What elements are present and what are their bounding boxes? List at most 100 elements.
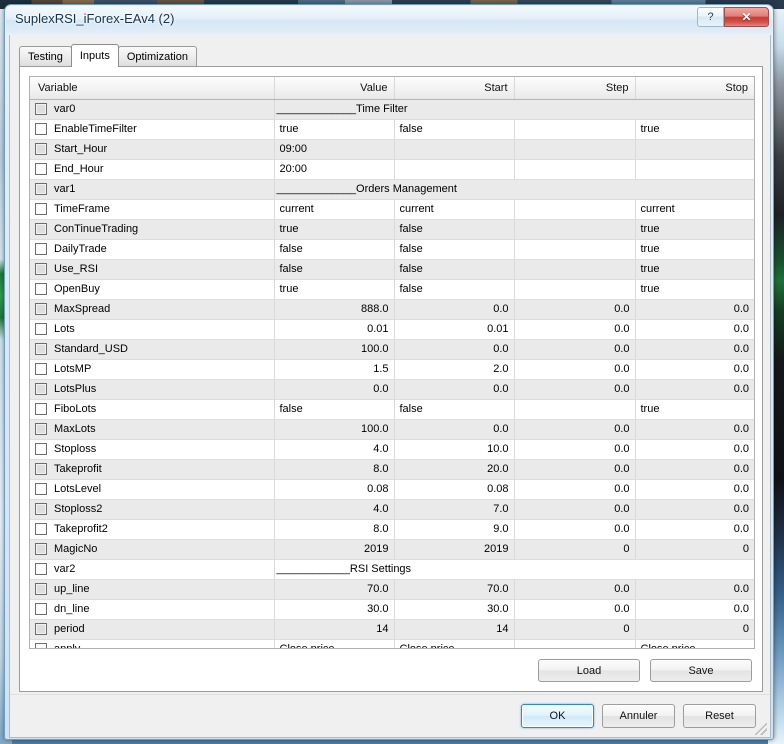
table-row[interactable]: OpenBuytruefalsetrue — [30, 279, 754, 299]
cell-value[interactable]: current — [274, 199, 394, 219]
cell-start[interactable]: 20.0 — [394, 459, 514, 479]
checkbox-icon[interactable] — [35, 483, 47, 495]
checkbox-icon[interactable] — [35, 623, 47, 635]
checkbox-icon[interactable] — [35, 163, 47, 175]
cell-step[interactable] — [514, 399, 635, 419]
cell-step[interactable] — [514, 639, 635, 649]
cell-variable[interactable]: var0 — [30, 99, 274, 119]
cell-start[interactable] — [394, 139, 514, 159]
checkbox-icon[interactable] — [35, 503, 47, 515]
cell-variable[interactable]: LotsMP — [30, 359, 274, 379]
checkbox-icon[interactable] — [35, 643, 47, 649]
cell-step[interactable] — [514, 219, 635, 239]
cell-value[interactable]: 2019 — [274, 539, 394, 559]
cell-variable[interactable]: FiboLots — [30, 399, 274, 419]
table-row[interactable]: End_Hour20:00 — [30, 159, 754, 179]
cell-start[interactable]: 0.0 — [394, 339, 514, 359]
table-row[interactable]: period141400 — [30, 619, 754, 639]
tab-optimization[interactable]: Optimization — [118, 46, 197, 66]
cell-value[interactable]: false — [274, 239, 394, 259]
cell-start[interactable]: 0.01 — [394, 319, 514, 339]
ok-button[interactable]: OK — [521, 704, 594, 728]
checkbox-icon[interactable] — [35, 123, 47, 135]
cell-stop[interactable]: 0.0 — [635, 579, 754, 599]
cell-start[interactable]: false — [394, 279, 514, 299]
column-header-start[interactable]: Start — [394, 77, 514, 99]
checkbox-icon[interactable] — [35, 283, 47, 295]
cell-value[interactable]: Close price — [274, 639, 394, 649]
cell-start[interactable]: 14 — [394, 619, 514, 639]
cell-start[interactable]: 2019 — [394, 539, 514, 559]
cell-start[interactable]: 2.0 — [394, 359, 514, 379]
cell-variable[interactable]: Lots — [30, 319, 274, 339]
cell-variable[interactable]: var1 — [30, 179, 274, 199]
cell-stop[interactable]: 0 — [635, 539, 754, 559]
checkbox-icon[interactable] — [35, 343, 47, 355]
cell-value[interactable]: 4.0 — [274, 439, 394, 459]
cell-step[interactable]: 0.0 — [514, 459, 635, 479]
checkbox-icon[interactable] — [35, 323, 47, 335]
column-header-variable[interactable]: Variable — [30, 77, 274, 99]
cell-variable[interactable]: Takeprofit2 — [30, 519, 274, 539]
checkbox-icon[interactable] — [35, 223, 47, 235]
cell-start[interactable]: false — [394, 399, 514, 419]
table-row[interactable]: FiboLotsfalsefalsetrue — [30, 399, 754, 419]
cancel-button[interactable]: Annuler — [602, 704, 675, 728]
cell-start[interactable]: 10.0 — [394, 439, 514, 459]
cell-value[interactable]: 100.0 — [274, 339, 394, 359]
cell-start[interactable]: 9.0 — [394, 519, 514, 539]
cell-variable[interactable]: Stoploss — [30, 439, 274, 459]
cell-step[interactable]: 0.0 — [514, 519, 635, 539]
cell-value[interactable]: 8.0 — [274, 459, 394, 479]
cell-stop[interactable]: true — [635, 219, 754, 239]
cell-start[interactable]: 7.0 — [394, 499, 514, 519]
cell-start[interactable]: false — [394, 119, 514, 139]
cell-step[interactable] — [514, 199, 635, 219]
cell-stop[interactable]: current — [635, 199, 754, 219]
checkbox-icon[interactable] — [35, 103, 47, 115]
cell-variable[interactable]: dn_line — [30, 599, 274, 619]
cell-variable[interactable]: MaxLots — [30, 419, 274, 439]
table-row[interactable]: LotsLevel0.080.080.00.0 — [30, 479, 754, 499]
close-icon[interactable]: ✕ — [724, 7, 769, 27]
table-row[interactable]: Start_Hour09:00 — [30, 139, 754, 159]
cell-value[interactable]: 4.0 — [274, 499, 394, 519]
checkbox-icon[interactable] — [35, 423, 47, 435]
checkbox-icon[interactable] — [35, 603, 47, 615]
cell-variable[interactable]: End_Hour — [30, 159, 274, 179]
cell-start[interactable]: current — [394, 199, 514, 219]
checkbox-icon[interactable] — [35, 383, 47, 395]
help-icon[interactable]: ? — [697, 7, 724, 27]
cell-stop[interactable]: true — [635, 239, 754, 259]
cell-value[interactable]: true — [274, 279, 394, 299]
cell-stop[interactable]: 0.0 — [635, 339, 754, 359]
table-row[interactable]: EnableTimeFiltertruefalsetrue — [30, 119, 754, 139]
checkbox-icon[interactable] — [35, 543, 47, 555]
cell-value[interactable]: 0.01 — [274, 319, 394, 339]
cell-stop[interactable]: 0.0 — [635, 459, 754, 479]
cell-value[interactable]: 8.0 — [274, 519, 394, 539]
cell-step[interactable]: 0.0 — [514, 359, 635, 379]
cell-step[interactable]: 0.0 — [514, 299, 635, 319]
cell-stop[interactable]: 0.0 — [635, 359, 754, 379]
cell-value[interactable]: 888.0 — [274, 299, 394, 319]
cell-variable[interactable]: Stoploss2 — [30, 499, 274, 519]
cell-stop[interactable]: 0.0 — [635, 519, 754, 539]
resize-grip[interactable] — [755, 723, 767, 735]
column-header-stop[interactable]: Stop — [635, 77, 754, 99]
cell-start[interactable]: 0.08 — [394, 479, 514, 499]
checkbox-icon[interactable] — [35, 563, 47, 575]
checkbox-icon[interactable] — [35, 523, 47, 535]
cell-start[interactable]: 70.0 — [394, 579, 514, 599]
table-row[interactable]: TimeFramecurrentcurrentcurrent — [30, 199, 754, 219]
cell-value[interactable]: true — [274, 119, 394, 139]
cell-variable[interactable]: OpenBuy — [30, 279, 274, 299]
cell-value[interactable]: false — [274, 399, 394, 419]
checkbox-icon[interactable] — [35, 263, 47, 275]
cell-value[interactable]: 70.0 — [274, 579, 394, 599]
cell-start[interactable]: 0.0 — [394, 299, 514, 319]
cell-step[interactable]: 0.0 — [514, 319, 635, 339]
cell-start[interactable]: false — [394, 259, 514, 279]
cell-variable[interactable]: up_line — [30, 579, 274, 599]
checkbox-icon[interactable] — [35, 203, 47, 215]
